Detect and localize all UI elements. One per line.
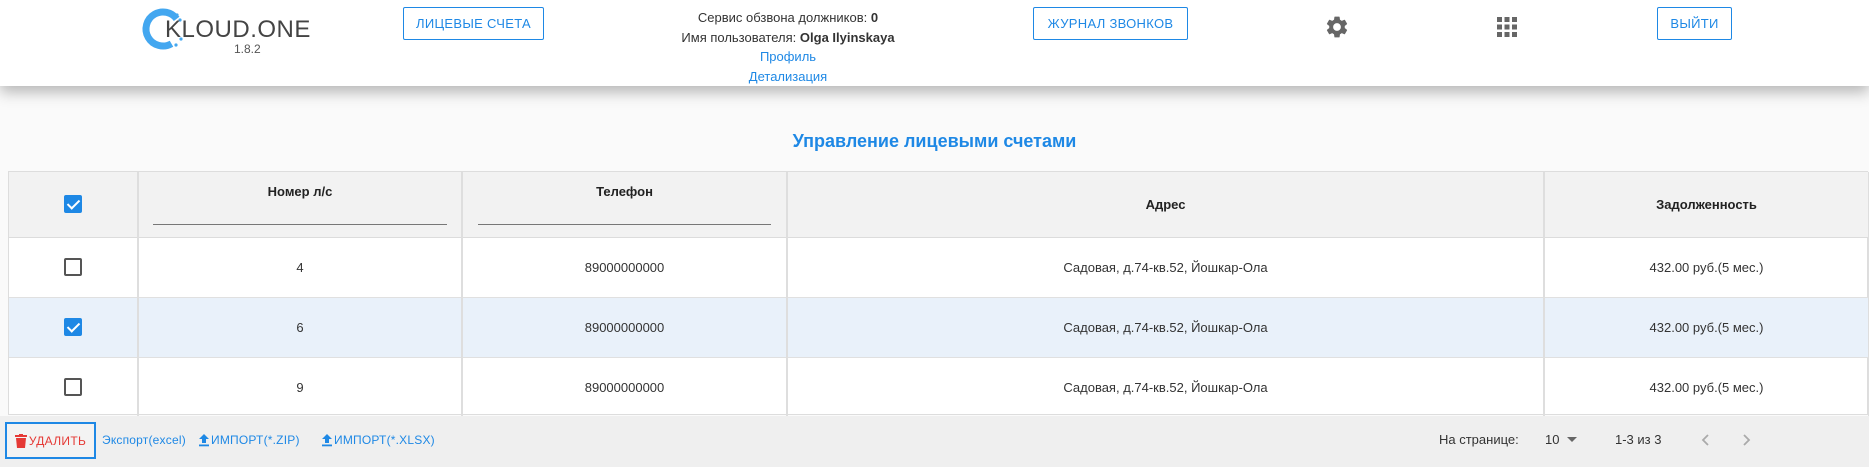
chevron-down-icon [1567,437,1578,442]
user-name: Olga Ilyinskaya [799,29,895,45]
trash-icon [14,433,27,448]
select-all-cell [9,172,139,238]
export-excel-label: Экспорт(excel) [102,433,186,447]
accounts-nav-button[interactable]: ЛИЦЕВЫЕ СЧЕТА [403,7,544,40]
column-header-phone-label: Телефон [596,184,653,199]
row-select-cell [9,237,139,298]
service-label: Сервис обзвона должников: [697,10,868,25]
debt-cell: 432.00 руб.(5 мес.) [1544,237,1869,298]
table-row[interactable]: 4 89000000000 Садовая, д.74-кв.52, Йошка… [9,237,1869,298]
chevron-right-icon [1743,434,1751,446]
page-title: Управление лицевыми счетами [792,131,1077,151]
phone-filter-input[interactable] [477,224,772,225]
table-footer: УДАЛИТЬ Экспорт(excel) ИМПОРТ(*.ZIP) ИМП… [0,416,1869,467]
account-number-cell: 4 [138,237,463,298]
address-cell: Садовая, д.74-кв.52, Йошкар-Ола [787,357,1545,418]
import-zip-label: ИМПОРТ(*.ZIP) [211,433,300,447]
user-name-line: Имя пользователя: Olga Ilyinskaya [620,28,956,48]
select-all-checkbox[interactable] [64,195,82,214]
row-checkbox[interactable] [64,378,82,396]
service-value: 0 [870,10,879,25]
account-number-cell: 9 [138,357,463,418]
delete-button[interactable]: УДАЛИТЬ [5,422,96,459]
address-cell: Садовая, д.74-кв.52, Йошкар-Ола [787,237,1545,298]
column-header-account: Номер л/с [138,172,463,238]
logo[interactable]: KLOUD.ONE 1.8.2 [141,5,310,56]
chevron-left-icon [1701,434,1709,446]
next-page-button[interactable] [1736,430,1756,450]
phone-cell: 89000000000 [462,237,788,298]
table-row[interactable]: 6 89000000000 Садовая, д.74-кв.52, Йошка… [9,297,1869,358]
table-header-row: Номер л/с Телефон Адрес Задолженность [9,172,1869,238]
debt-cell: 432.00 руб.(5 мес.) [1544,297,1869,358]
prev-page-button[interactable] [1696,430,1716,450]
column-header-phone: Телефон [462,172,788,238]
row-checkbox[interactable] [64,318,82,336]
accounts-table: Номер л/с Телефон Адрес Задолженность 4 [8,171,1869,418]
debt-cell: 432.00 руб.(5 мес.) [1544,357,1869,418]
import-xlsx-label: ИМПОРТ(*.XLSX) [334,433,435,447]
logo-text: KLOUD.ONE [165,16,311,43]
app-version: 1.8.2 [234,42,261,56]
details-link[interactable]: Детализация [749,69,827,84]
table-row[interactable]: 9 89000000000 Садовая, д.74-кв.52, Йошка… [9,357,1869,418]
phone-cell: 89000000000 [462,357,788,418]
account-number-cell: 6 [138,297,463,358]
profile-link[interactable]: Профиль [760,49,816,64]
import-zip-button[interactable]: ИМПОРТ(*.ZIP) [197,433,300,447]
row-select-cell [9,357,139,418]
export-excel-link[interactable]: Экспорт(excel) [102,433,186,447]
address-cell: Садовая, д.74-кв.52, Йошкар-Ола [787,297,1545,358]
rows-per-page-select[interactable]: 10 [1545,432,1578,447]
row-checkbox[interactable] [64,258,82,276]
column-header-debt: Задолженность [1544,172,1869,238]
phone-cell: 89000000000 [462,297,788,358]
service-status: Сервис обзвона должников: 0 [620,8,956,28]
upload-icon [322,434,332,447]
delete-button-label: УДАЛИТЬ [28,433,87,448]
upload-icon [199,434,209,447]
gear-icon[interactable] [1324,14,1350,40]
user-info: Сервис обзвона должников: 0 Имя пользова… [620,8,956,86]
user-label: Имя пользователя: [681,29,797,45]
logout-button[interactable]: ВЫЙТИ [1657,7,1732,40]
account-filter-input[interactable] [153,224,447,225]
call-journal-button[interactable]: ЖУРНАЛ ЗВОНКОВ [1033,7,1188,40]
column-header-account-label: Номер л/с [267,184,333,199]
column-header-address: Адрес [787,172,1545,238]
rows-per-page-label: На странице: [1439,432,1519,447]
apps-grid-icon[interactable] [1496,16,1518,38]
import-xlsx-button[interactable]: ИМПОРТ(*.XLSX) [320,433,435,447]
pagination-range: 1-3 из 3 [1615,432,1662,447]
row-select-cell [9,297,139,358]
rows-per-page-value: 10 [1545,432,1560,447]
app-header: KLOUD.ONE 1.8.2 ЛИЦЕВЫЕ СЧЕТА Сервис обз… [0,0,1869,86]
